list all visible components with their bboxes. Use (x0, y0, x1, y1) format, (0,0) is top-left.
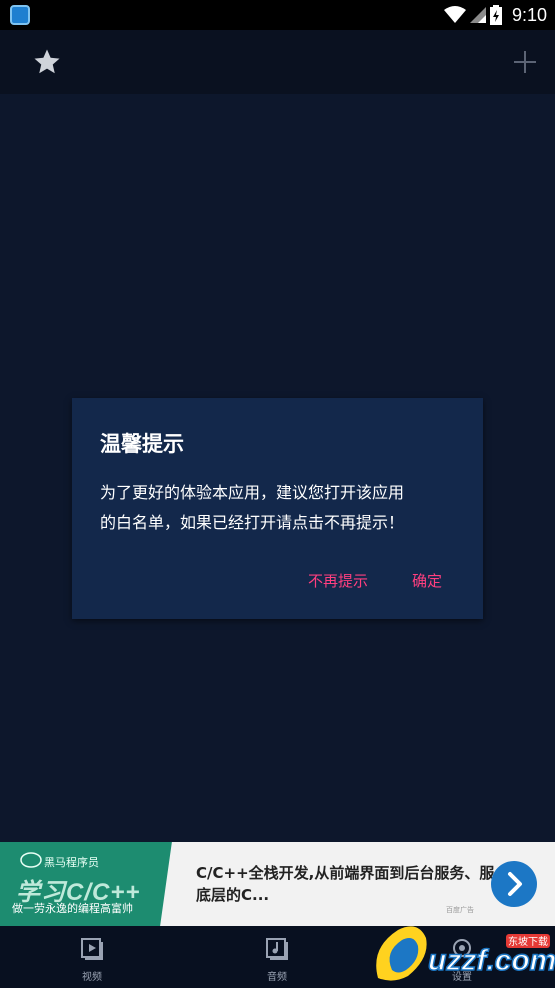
status-indicators: 9:10 (443, 0, 547, 30)
dialog-message-line-2: 的白名单，如果已经打开请点击不再提示！ (100, 513, 405, 532)
nav-item-audio[interactable]: 音频 (217, 926, 337, 988)
wifi-icon (443, 6, 466, 23)
ad-image[interactable]: 黑马程序员 学习C/C++ 做一劳永逸的编程高富帅 (0, 842, 186, 926)
audio-icon (266, 938, 288, 960)
plus-icon[interactable] (513, 50, 537, 74)
ad-text-line-2: 底层的C... (196, 886, 270, 904)
app-bar (0, 30, 555, 94)
dialog-title: 温馨提示 (100, 432, 184, 456)
battery-icon (489, 5, 502, 25)
ad-text-line-1: C/C++全栈开发,从前端界面到后台服务、服 (196, 864, 495, 882)
ad-tag: 百度广告 (446, 906, 474, 914)
ad-banner[interactable]: 黑马程序员 学习C/C++ 做一劳永逸的编程高富帅 C/C++全栈开发,从前端界… (0, 842, 555, 926)
nav-label-video: 视频 (82, 972, 102, 983)
ad-brand: 黑马程序员 (44, 856, 99, 869)
watermark-caption: 东坡下载 (508, 935, 548, 948)
dont-remind-button[interactable]: 不再提示 (308, 570, 368, 591)
star-icon[interactable] (32, 47, 62, 77)
ok-button[interactable]: 确定 (412, 570, 442, 591)
ad-text[interactable]: C/C++全栈开发,从前端界面到后台服务、服 底层的C... (196, 862, 496, 906)
nav-label-audio: 音频 (267, 972, 287, 983)
watermark-logo: uzzf.com 东坡下载 (376, 926, 555, 981)
video-icon (81, 938, 103, 960)
watermark-brand: uzzf.com (428, 944, 555, 977)
signal-icon (469, 7, 486, 23)
status-bar: 9:10 (0, 0, 555, 30)
app-notification-icon (10, 5, 30, 25)
ad-open-button[interactable] (491, 861, 537, 907)
ad-image-edge (160, 842, 186, 926)
status-time: 9:10 (511, 4, 547, 25)
dialog-message-line-1: 为了更好的体验本应用，建议您打开该应用 (100, 483, 405, 502)
nav-item-video[interactable]: 视频 (32, 926, 152, 988)
ad-logo-icon (20, 852, 42, 868)
ad-slogan: 做一劳永逸的编程高富帅 (12, 902, 133, 915)
chevron-right-icon (508, 872, 522, 896)
dialog-message: 为了更好的体验本应用，建议您打开该应用 的白名单，如果已经打开请点击不再提示！ (100, 478, 460, 538)
tip-dialog: 温馨提示 为了更好的体验本应用，建议您打开该应用 的白名单，如果已经打开请点击不… (72, 398, 483, 619)
